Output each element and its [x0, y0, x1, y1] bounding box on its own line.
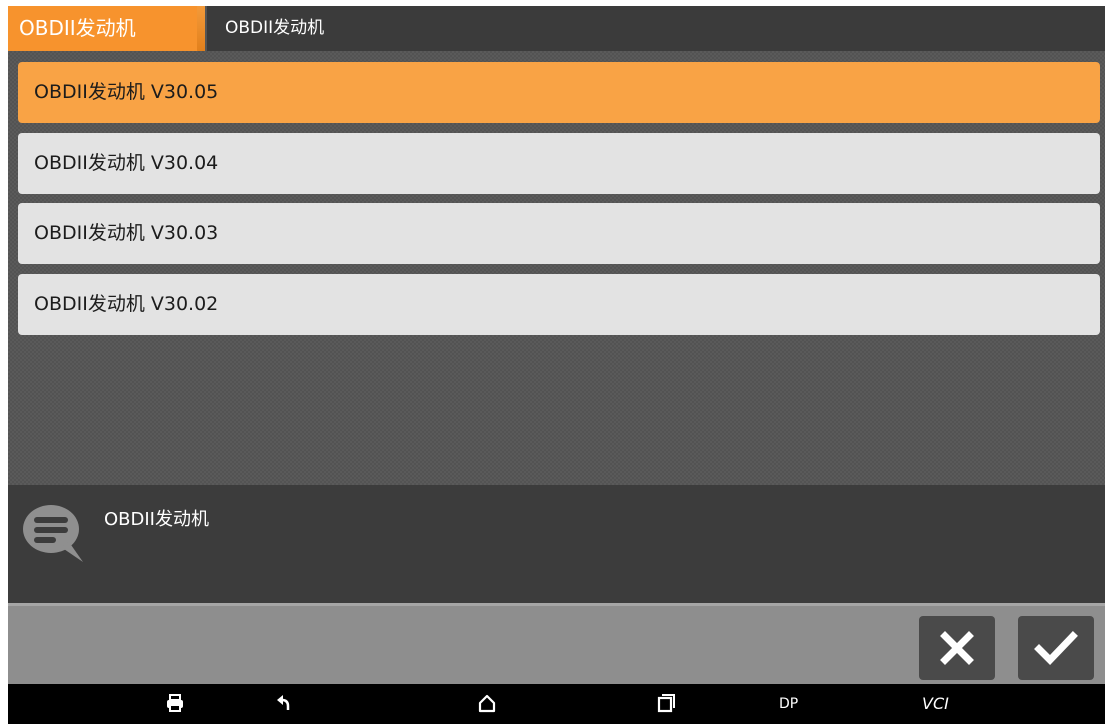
list-item[interactable]: OBDII发动机 V30.04: [18, 133, 1100, 194]
breadcrumb-divider: [197, 6, 207, 51]
cancel-button[interactable]: [919, 616, 995, 680]
back-icon[interactable]: [273, 692, 291, 718]
close-icon: [940, 631, 974, 665]
printer-icon[interactable]: [165, 692, 185, 718]
recent-apps-icon[interactable]: [655, 692, 675, 718]
vci-button[interactable]: VCI: [922, 684, 949, 724]
action-bar: [8, 603, 1105, 684]
message-text: OBDII发动机: [104, 509, 209, 530]
check-icon: [1034, 631, 1078, 666]
breadcrumb-next[interactable]: OBDII发动机: [225, 6, 324, 51]
android-nav-bar: DP VCI: [8, 684, 1105, 724]
version-list: OBDII发动机 V30.05 OBDII发动机 V30.04 OBDII发动机…: [8, 51, 1105, 485]
list-item[interactable]: OBDII发动机 V30.02: [18, 274, 1100, 335]
dp-button[interactable]: DP: [779, 684, 798, 724]
home-icon[interactable]: [477, 692, 497, 718]
breadcrumb: OBDII发动机 OBDII发动机: [8, 6, 1105, 51]
message-panel: OBDII发动机: [8, 485, 1105, 603]
confirm-button[interactable]: [1018, 616, 1094, 680]
list-item-selected[interactable]: OBDII发动机 V30.05: [18, 62, 1100, 123]
app-screen: OBDII发动机 OBDII发动机 OBDII发动机 V30.05 OBDII发…: [8, 6, 1105, 724]
chat-bubble-icon: [21, 502, 87, 568]
list-item[interactable]: OBDII发动机 V30.03: [18, 203, 1100, 264]
breadcrumb-active[interactable]: OBDII发动机: [8, 6, 197, 51]
